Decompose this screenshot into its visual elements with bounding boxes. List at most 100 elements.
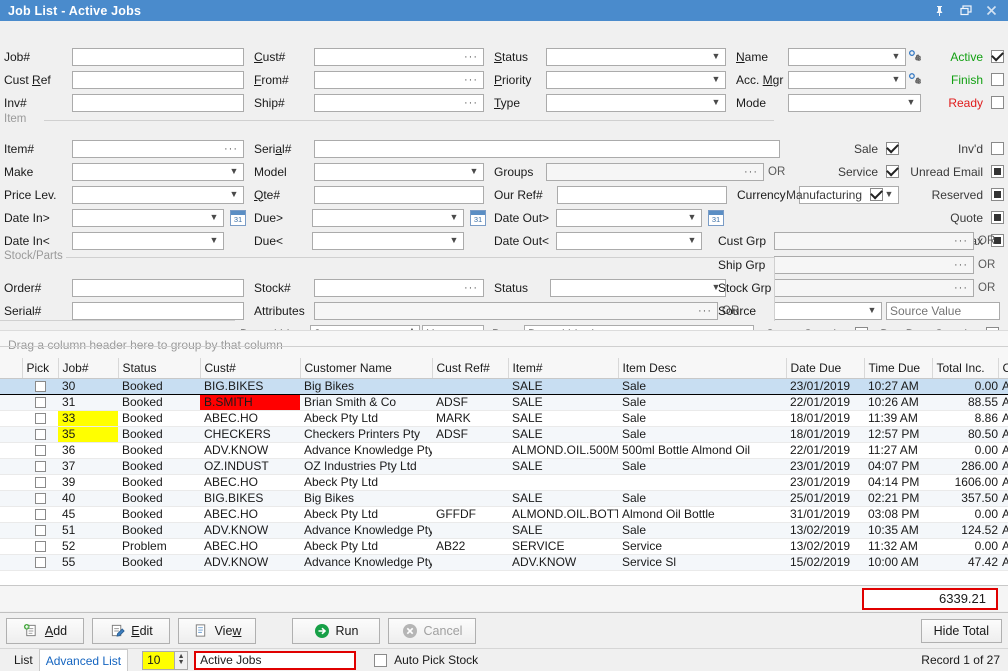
flag-service-checkbox[interactable] [886,165,899,178]
table-row[interactable]: 55BookedADV.KNOWAdvance Knowledge PtyADV… [0,554,1008,570]
gear-icon[interactable] [908,73,922,87]
table-row[interactable]: 36BookedADV.KNOWAdvance Knowledge PtyALM… [0,442,1008,458]
ellipsis-icon[interactable]: ··· [464,51,480,63]
acc-mgr-select[interactable]: ▼ [788,71,906,89]
table-row[interactable]: 40BookedBIG.BIKESBig BikesSALESale25/01/… [0,490,1008,506]
order-no-input[interactable] [72,279,244,297]
close-icon[interactable] [985,4,998,17]
col-cust-ref-no[interactable]: Cust Ref# [432,358,508,378]
ellipsis-icon[interactable]: ··· [744,166,760,178]
date-in-gt-select[interactable]: ▼ [72,209,224,227]
col-status[interactable]: Status [118,358,200,378]
group-by-dropzone[interactable]: Drag a column header here to group by th… [0,330,1008,358]
table-row[interactable]: 51BookedADV.KNOWAdvance Knowledge PtySAL… [0,522,1008,538]
row-pick-checkbox[interactable] [35,493,46,504]
row-pick-checkbox[interactable] [35,541,46,552]
our-ref-input[interactable] [557,186,727,204]
stock-no-input[interactable]: ··· [314,279,484,297]
table-row[interactable]: 33BookedABEC.HOAbeck Pty LtdMARKSALESale… [0,410,1008,426]
calendar-icon[interactable]: 31 [470,210,486,226]
priority-select[interactable]: ▼ [546,71,726,89]
source-value-input[interactable] [886,302,1000,320]
item-serial-no-input[interactable] [314,140,780,158]
ellipsis-icon[interactable]: ··· [464,282,480,294]
ellipsis-icon[interactable]: ··· [698,305,714,317]
row-pick-checkbox[interactable] [35,445,46,456]
col-indicator[interactable] [0,358,22,378]
flag-reserved-checkbox[interactable] [991,188,1004,201]
make-select[interactable]: ▼ [72,163,244,181]
row-pick-cell[interactable] [22,490,58,506]
date-out-gt-select[interactable]: ▼ [556,209,702,227]
flag-invd-checkbox[interactable] [991,142,1004,155]
table-row[interactable]: 45BookedABEC.HOAbeck Pty LtdGFFDFALMOND.… [0,506,1008,522]
add-button[interactable]: Add [6,618,84,644]
flag-finish-checkbox[interactable] [991,73,1004,86]
cust-grp-input[interactable]: ··· [774,232,974,250]
col-pick[interactable]: Pick [22,358,58,378]
table-row[interactable]: 52ProblemABEC.HOAbeck Pty LtdAB22SERVICE… [0,538,1008,554]
col-item-desc[interactable]: Item Desc [618,358,786,378]
pin-icon[interactable] [933,4,946,17]
due-lt-select[interactable]: ▼ [312,232,464,250]
ship-no-input[interactable]: ··· [314,94,484,112]
run-button[interactable]: Run [292,618,380,644]
row-pick-cell[interactable] [22,394,58,410]
calendar-icon[interactable]: 31 [230,210,246,226]
row-pick-cell[interactable] [22,538,58,554]
row-pick-cell[interactable] [22,442,58,458]
tab-advanced-list[interactable]: Advanced List [39,649,128,671]
edit-button[interactable]: Edit [92,618,170,644]
mode-select[interactable]: ▼ [788,94,921,112]
row-pick-cell[interactable] [22,410,58,426]
row-pick-checkbox[interactable] [35,429,46,440]
flag-sale-checkbox[interactable] [886,142,899,155]
restore-icon[interactable] [959,4,972,17]
view-button[interactable]: View [178,618,256,644]
type-select[interactable]: ▼ [546,94,726,112]
flag-active-checkbox[interactable] [991,50,1004,63]
page-size-stepper[interactable]: 10 ▲▼ [142,651,188,670]
ellipsis-icon[interactable]: ··· [954,282,970,294]
col-customer-name[interactable]: Customer Name [300,358,432,378]
row-pick-checkbox[interactable] [35,477,46,488]
row-pick-cell[interactable] [22,554,58,570]
col-time-due[interactable]: Time Due [864,358,932,378]
cust-no-input[interactable]: ··· [314,48,484,66]
row-pick-checkbox[interactable] [35,413,46,424]
col-total-inc[interactable]: Total Inc. [932,358,998,378]
date-out-lt-select[interactable]: ▼ [556,232,702,250]
calendar-icon[interactable]: 31 [708,210,724,226]
row-pick-cell[interactable] [22,474,58,490]
row-pick-checkbox[interactable] [35,397,46,408]
table-row[interactable]: 30BookedBIG.BIKESBig BikesSALESale23/01/… [0,378,1008,394]
ellipsis-icon[interactable]: ··· [464,97,480,109]
name-select[interactable]: ▼ [788,48,906,66]
attributes-input[interactable]: ··· [314,302,718,320]
row-pick-checkbox[interactable] [35,381,46,392]
row-pick-checkbox[interactable] [35,557,46,568]
col-currency[interactable]: Cur [998,358,1008,378]
ellipsis-icon[interactable]: ··· [464,74,480,86]
row-pick-checkbox[interactable] [35,525,46,536]
auto-pick-stock-checkbox[interactable] [374,654,387,667]
ellipsis-icon[interactable]: ··· [954,235,970,247]
stock-grp-input[interactable]: ··· [774,279,974,297]
hide-total-button[interactable]: Hide Total [921,619,1002,643]
groups-input[interactable]: ··· [546,163,764,181]
ellipsis-icon[interactable]: ··· [954,259,970,271]
col-cust-no[interactable]: Cust# [200,358,300,378]
row-pick-checkbox[interactable] [35,509,46,520]
table-row[interactable]: 37BookedOZ.INDUSTOZ Industries Pty LtdSA… [0,458,1008,474]
inv-no-input[interactable] [72,94,244,112]
col-date-due[interactable]: Date Due [786,358,864,378]
source-select[interactable]: ▼ [774,302,882,320]
flag-manufacturing-checkbox[interactable] [870,188,883,201]
col-item-no[interactable]: Item# [508,358,618,378]
row-pick-checkbox[interactable] [35,461,46,472]
row-pick-cell[interactable] [22,506,58,522]
flag-unread-email-checkbox[interactable] [991,165,1004,178]
gear-icon[interactable] [908,50,922,64]
table-row[interactable]: 39BookedABEC.HOAbeck Pty Ltd23/01/201904… [0,474,1008,490]
view-name-input[interactable]: Active Jobs [194,651,356,670]
